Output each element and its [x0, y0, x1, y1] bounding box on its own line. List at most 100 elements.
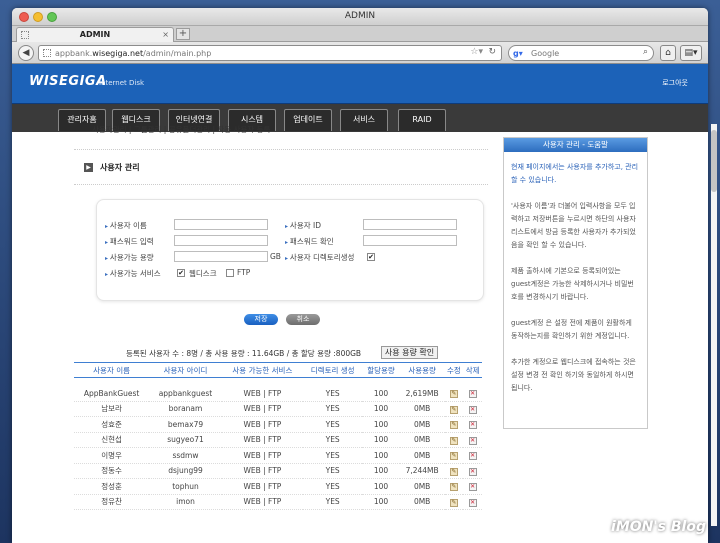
logout-link[interactable]: 로그아웃 — [662, 78, 688, 88]
webdisk-label: 웹디스크 — [189, 269, 217, 278]
search-icon[interactable]: ⌕ — [643, 47, 648, 57]
col-user-id: 사용자 아이디 — [149, 362, 222, 378]
edit-icon[interactable]: ✎ — [449, 467, 458, 476]
help-panel: 사용자 관리 - 도움말 현재 페이지에서는 사용자를 추가하고, 관리할 수 … — [503, 137, 648, 429]
new-tab-button[interactable]: + — [176, 28, 190, 40]
cell-delete: ✕ — [463, 447, 482, 464]
table-row: 이명우 ssdmw WEB | FTP YES 100 0MB ✎ ✕ — [74, 447, 482, 464]
cell-directory: YES — [303, 401, 363, 417]
cell-user-name: 정동수 — [74, 463, 150, 479]
cell-quota: 100 — [362, 432, 400, 448]
cell-used: 0MB — [399, 401, 445, 417]
home-button[interactable]: ⌂ — [660, 45, 676, 61]
page-scrollbar[interactable] — [711, 124, 717, 526]
cell-quota: 100 — [362, 416, 400, 433]
cell-delete: ✕ — [463, 478, 482, 495]
password-confirm-label: 패스워드 확인 — [285, 236, 334, 247]
cell-services: WEB | FTP — [221, 385, 303, 402]
site-logo[interactable]: WISEGIGA — [29, 74, 107, 89]
col-used: 사용용량 — [399, 362, 445, 378]
submenu[interactable]: 사용자관리 | 그룹관리 | 공유폴더관리 | 자동 사용자 등록 — [92, 124, 270, 135]
password-input[interactable] — [174, 235, 268, 246]
site-icon — [43, 49, 51, 57]
cell-directory: YES — [303, 416, 363, 433]
col-edit: 수정 — [444, 362, 464, 378]
menu-raid[interactable]: RAID — [398, 109, 446, 131]
edit-icon[interactable]: ✎ — [449, 452, 458, 461]
cell-services: WEB | FTP — [221, 401, 303, 417]
cell-services: WEB | FTP — [221, 432, 303, 448]
cell-delete: ✕ — [463, 385, 482, 402]
cell-used: 0MB — [399, 432, 445, 448]
reload-icon[interactable]: ↻ — [488, 47, 496, 57]
check-usage-button[interactable]: 사용 용량 확인 — [381, 346, 438, 359]
save-button[interactable]: 저장 — [244, 314, 278, 325]
webdisk-checkbox[interactable]: ✔ — [177, 269, 185, 277]
cell-used: 2,619MB — [399, 385, 445, 402]
delete-icon[interactable]: ✕ — [468, 405, 477, 414]
help-title: 사용자 관리 - 도움말 — [504, 138, 647, 152]
cell-user-id: dsjung99 — [149, 463, 222, 479]
delete-icon[interactable]: ✕ — [468, 483, 477, 492]
table-row: 정유찬 imon WEB | FTP YES 100 0MB ✎ ✕ — [74, 494, 482, 510]
col-services: 사용 가능한 서비스 — [221, 362, 303, 378]
edit-icon[interactable]: ✎ — [449, 436, 458, 445]
scrollbar-thumb[interactable] — [711, 130, 717, 192]
ftp-checkbox[interactable] — [226, 269, 234, 277]
menu-update[interactable]: 업데이트 — [284, 109, 332, 131]
table-row: 성효준 bemax79 WEB | FTP YES 100 0MB ✎ ✕ — [74, 416, 482, 433]
menu-service[interactable]: 서비스 — [340, 109, 388, 131]
delete-icon[interactable]: ✕ — [468, 467, 477, 476]
edit-icon[interactable]: ✎ — [449, 498, 458, 507]
table-header-row: 사용자 이름 사용자 아이디 사용 가능한 서비스 디렉토리 생성 할당용량 사… — [74, 362, 482, 378]
password-confirm-input[interactable] — [363, 235, 457, 246]
delete-icon[interactable]: ✕ — [468, 452, 477, 461]
cell-quota: 100 — [362, 385, 400, 402]
search-input[interactable]: g▾ Google ⌕ — [508, 45, 654, 61]
edit-icon[interactable]: ✎ — [449, 483, 458, 492]
quota-label: 사용가능 용량 — [105, 252, 154, 263]
cancel-button[interactable]: 취소 — [286, 314, 320, 325]
cell-delete: ✕ — [463, 494, 482, 510]
browser-tab[interactable]: ADMIN × — [16, 27, 174, 42]
cell-user-name: 정성훈 — [74, 478, 150, 495]
cell-used: 0MB — [399, 494, 445, 510]
edit-icon[interactable]: ✎ — [449, 390, 458, 398]
address-bar[interactable]: appbank.wisegiga.net/admin/main.php ☆▾ ↻ — [38, 45, 502, 61]
user-name-input[interactable] — [174, 219, 268, 230]
url-text: appbank.wisegiga.net/admin/main.php — [55, 49, 212, 58]
col-delete: 삭제 — [463, 362, 482, 378]
tab-close-icon[interactable]: × — [162, 30, 169, 39]
cell-user-id: tophun — [149, 478, 222, 495]
cell-delete: ✕ — [463, 432, 482, 448]
cell-directory: YES — [303, 447, 363, 464]
window-title: ADMIN — [344, 11, 376, 21]
delete-icon[interactable]: ✕ — [468, 436, 477, 445]
col-directory: 디렉토리 생성 — [303, 362, 363, 378]
cell-user-id: boranam — [149, 401, 222, 417]
ftp-label: FTP — [237, 268, 251, 277]
cell-edit: ✎ — [444, 416, 464, 433]
cell-used: 0MB — [399, 478, 445, 495]
edit-icon[interactable]: ✎ — [449, 405, 458, 414]
cell-services: WEB | FTP — [221, 416, 303, 433]
cell-user-id: imon — [149, 494, 222, 510]
edit-icon[interactable]: ✎ — [449, 421, 458, 430]
create-dir-checkbox[interactable]: ✔ — [367, 253, 375, 261]
delete-icon[interactable]: ✕ — [468, 390, 477, 398]
table-row: 신현섭 sugyeo71 WEB | FTP YES 100 0MB ✎ ✕ — [74, 432, 482, 448]
user-form: 사용자 이름 사용자 ID 패스워드 입력 패스워드 확인 사용가능 용량 GB… — [96, 199, 484, 301]
help-paragraph: '사용자 이름'과 더불어 입력사항을 모두 입력하고 저장버튼을 누르시면 하… — [511, 202, 636, 249]
navigation-bar: ◀ appbank.wisegiga.net/admin/main.php ☆▾… — [12, 42, 708, 64]
delete-icon[interactable]: ✕ — [468, 498, 477, 507]
quota-input[interactable] — [174, 251, 268, 262]
user-id-input[interactable] — [363, 219, 457, 230]
bookmarks-button[interactable]: ▤▾ — [680, 45, 702, 61]
delete-icon[interactable]: ✕ — [468, 421, 477, 430]
back-button[interactable]: ◀ — [18, 45, 34, 61]
user-table: 사용자 이름 사용자 아이디 사용 가능한 서비스 디렉토리 생성 할당용량 사… — [74, 362, 482, 510]
logo-subtitle: Internet Disk — [99, 79, 145, 87]
cell-services: WEB | FTP — [221, 494, 303, 510]
bookmark-star-icon[interactable]: ☆▾ — [470, 47, 483, 57]
cell-used: 7,244MB — [399, 463, 445, 479]
